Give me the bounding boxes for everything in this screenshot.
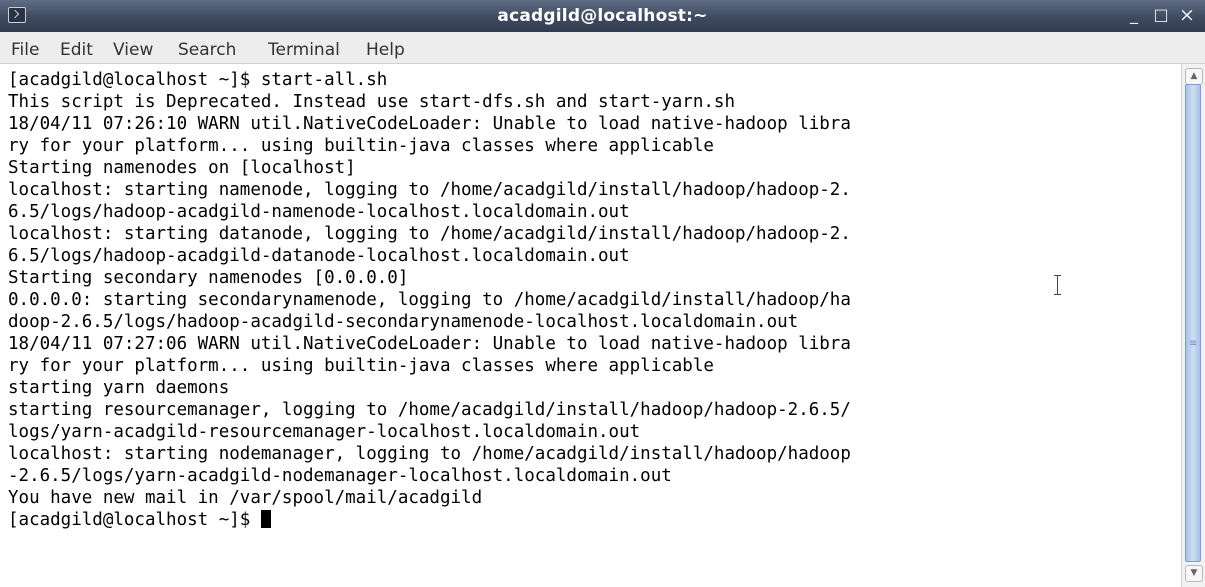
menu-help[interactable]: Help — [366, 40, 405, 60]
vertical-scrollbar[interactable]: ▲ ≡ ▼ — [1181, 64, 1205, 587]
terminal-line: 18/04/11 07:26:10 WARN util.NativeCodeLo… — [8, 114, 851, 134]
terminal-line: localhost: starting nodemanager, logging… — [8, 444, 851, 464]
terminal-output[interactable]: [acadgild@localhost ~]$ start-all.sh Thi… — [0, 64, 1181, 587]
terminal-prompt-line[interactable]: [acadgild@localhost ~]$ — [8, 510, 271, 530]
menu-terminal[interactable]: Terminal — [268, 40, 340, 60]
scroll-thumb[interactable]: ≡ — [1185, 84, 1201, 562]
terminal-line: 6.5/logs/hadoop-acadgild-datanode-localh… — [8, 246, 630, 266]
terminal-line: localhost: starting namenode, logging to… — [8, 180, 851, 200]
menu-bar: File Edit View Search Terminal Help — [0, 32, 1205, 64]
maximize-button[interactable]: □ — [1150, 4, 1172, 26]
terminal-line: logs/yarn-acadgild-resourcemanager-local… — [8, 422, 641, 442]
ibeam-cursor-icon — [1053, 274, 1062, 296]
terminal-line: starting resourcemanager, logging to /ho… — [8, 400, 851, 420]
menu-search[interactable]: Search — [178, 40, 236, 60]
terminal-line: starting yarn daemons — [8, 378, 230, 398]
terminal-line: ry for your platform... using builtin-ja… — [8, 136, 714, 156]
grip-icon: ≡ — [1189, 338, 1198, 349]
terminal-line: Starting namenodes on [localhost] — [8, 158, 356, 178]
scroll-up-arrow-icon[interactable]: ▲ — [1185, 68, 1203, 85]
menu-edit[interactable]: Edit — [60, 40, 93, 60]
menu-view[interactable]: View — [113, 40, 153, 60]
terminal-line: 0.0.0.0: starting secondarynamenode, log… — [8, 290, 851, 310]
window-title: acadgild@localhost:~ — [497, 6, 708, 26]
terminal-line: 18/04/11 07:27:06 WARN util.NativeCodeLo… — [8, 334, 851, 354]
terminal-line: 6.5/logs/hadoop-acadgild-namenode-localh… — [8, 202, 630, 222]
text-cursor — [260, 510, 271, 528]
close-button[interactable]: × — [1176, 4, 1198, 26]
terminal-line: doop-2.6.5/logs/hadoop-acadgild-secondar… — [8, 312, 799, 332]
title-bar[interactable]: acadgild@localhost:~ _ □ × — [0, 0, 1205, 32]
terminal-prompt: [acadgild@localhost ~]$ — [8, 510, 261, 530]
menu-file[interactable]: File — [11, 40, 39, 60]
terminal-line: This script is Deprecated. Instead use s… — [8, 92, 735, 112]
terminal-line: Starting secondary namenodes [0.0.0.0] — [8, 268, 409, 288]
terminal-line: localhost: starting datanode, logging to… — [8, 224, 851, 244]
terminal-line: ry for your platform... using builtin-ja… — [8, 356, 714, 376]
terminal-window: acadgild@localhost:~ _ □ × File Edit Vie… — [0, 0, 1205, 587]
scroll-down-arrow-icon[interactable]: ▼ — [1185, 565, 1203, 582]
terminal-line: [acadgild@localhost ~]$ start-all.sh — [8, 70, 388, 90]
terminal-line: You have new mail in /var/spool/mail/aca… — [8, 488, 483, 508]
terminal-line: -2.6.5/logs/yarn-acadgild-nodemanager-lo… — [8, 466, 672, 486]
minimize-button[interactable]: _ — [1123, 4, 1145, 26]
